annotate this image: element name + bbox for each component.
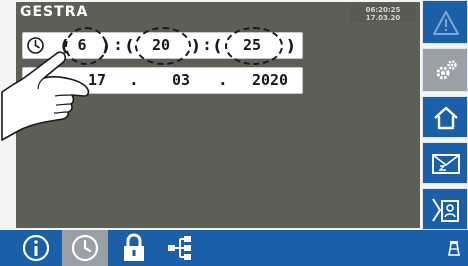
network-tree-icon bbox=[168, 236, 191, 260]
message-icon bbox=[432, 154, 460, 174]
minute-field[interactable]: 20 bbox=[145, 33, 177, 58]
date-separator: . bbox=[220, 71, 226, 89]
user-log-icon bbox=[432, 198, 459, 222]
minute-left-bracket: ( bbox=[126, 36, 134, 55]
bottom-item-info[interactable] bbox=[14, 230, 58, 266]
settings-gears-icon bbox=[436, 60, 457, 80]
sidebar-item-home[interactable] bbox=[422, 96, 468, 138]
date-separator: . bbox=[131, 71, 137, 89]
clock-time: 06:20:25 bbox=[365, 6, 401, 14]
time-separator: : bbox=[115, 36, 121, 54]
clock-icon bbox=[71, 234, 99, 262]
pointing-hand-icon bbox=[1, 51, 90, 141]
bottom-item-network[interactable] bbox=[160, 230, 200, 266]
warning-icon bbox=[433, 11, 459, 35]
second-field[interactable]: 25 bbox=[236, 33, 268, 58]
bottom-item-clock[interactable] bbox=[62, 230, 108, 266]
sidebar-item-user-log[interactable] bbox=[422, 188, 468, 230]
time-separator: : bbox=[204, 36, 210, 54]
status-clock: 06:20:25 17.03.20 bbox=[350, 4, 416, 22]
info-icon bbox=[22, 234, 50, 262]
tower-icon bbox=[448, 241, 460, 256]
year-field[interactable]: 2020 bbox=[245, 68, 295, 93]
sidebar-item-settings[interactable] bbox=[422, 48, 468, 92]
lock-icon bbox=[124, 233, 144, 261]
second-left-bracket: ( bbox=[214, 36, 222, 55]
bottom-nav-bar bbox=[0, 230, 468, 266]
brand-logo: GESTRA bbox=[20, 4, 89, 20]
screen: GESTRA 06:20:25 17.03.20 ( 6 ) : ( 20 ) … bbox=[0, 0, 468, 266]
clock-date: 17.03.20 bbox=[365, 14, 401, 22]
sidebar-item-messages[interactable] bbox=[422, 142, 468, 184]
minute-right-bracket: ) bbox=[192, 36, 200, 55]
month-field[interactable]: 03 bbox=[165, 68, 197, 93]
right-sidebar bbox=[422, 0, 468, 230]
sidebar-item-alarms[interactable] bbox=[422, 0, 468, 44]
home-icon bbox=[434, 106, 458, 130]
second-right-bracket: ) bbox=[287, 36, 295, 55]
bottom-item-lock[interactable] bbox=[114, 230, 154, 266]
